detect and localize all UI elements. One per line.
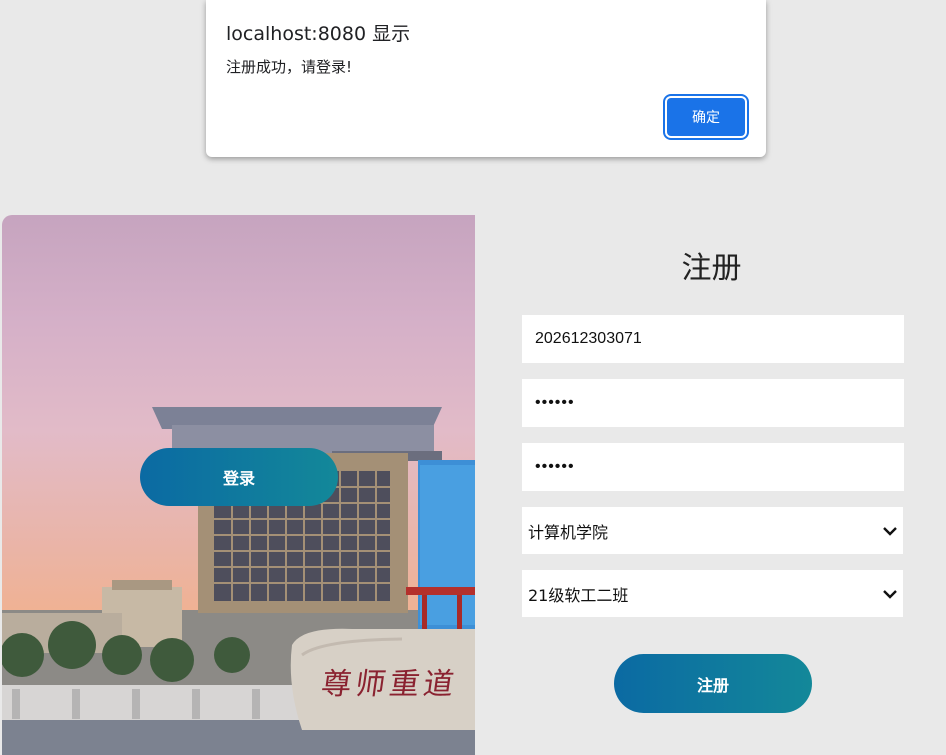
register-button[interactable]: 注册	[614, 654, 812, 713]
class-select-value: 21级软工二班	[528, 585, 629, 605]
auth-card: 尊师重道 登录 注册 计算机学院 21级软工二班 注册	[2, 215, 946, 755]
stone-inscription: 尊师重道	[319, 667, 460, 702]
username-input[interactable]	[522, 315, 904, 363]
password-input[interactable]	[522, 379, 904, 427]
campus-photo: 尊师重道 登录	[2, 215, 475, 755]
alert-ok-button[interactable]: 确定	[667, 98, 745, 136]
alert-title: localhost:8080 显示	[226, 23, 411, 45]
class-select[interactable]: 21级软工二班	[522, 570, 903, 617]
login-button[interactable]: 登录	[140, 448, 338, 506]
chevron-down-icon	[883, 521, 897, 540]
register-title: 注册	[681, 251, 742, 286]
confirm-password-input[interactable]	[522, 443, 904, 491]
chevron-down-icon	[883, 584, 897, 603]
college-select[interactable]: 计算机学院	[522, 507, 903, 554]
college-select-value: 计算机学院	[528, 522, 609, 542]
alert-dialog: localhost:8080 显示 注册成功，请登录! 确定	[206, 0, 766, 157]
alert-message: 注册成功，请登录!	[226, 58, 353, 76]
